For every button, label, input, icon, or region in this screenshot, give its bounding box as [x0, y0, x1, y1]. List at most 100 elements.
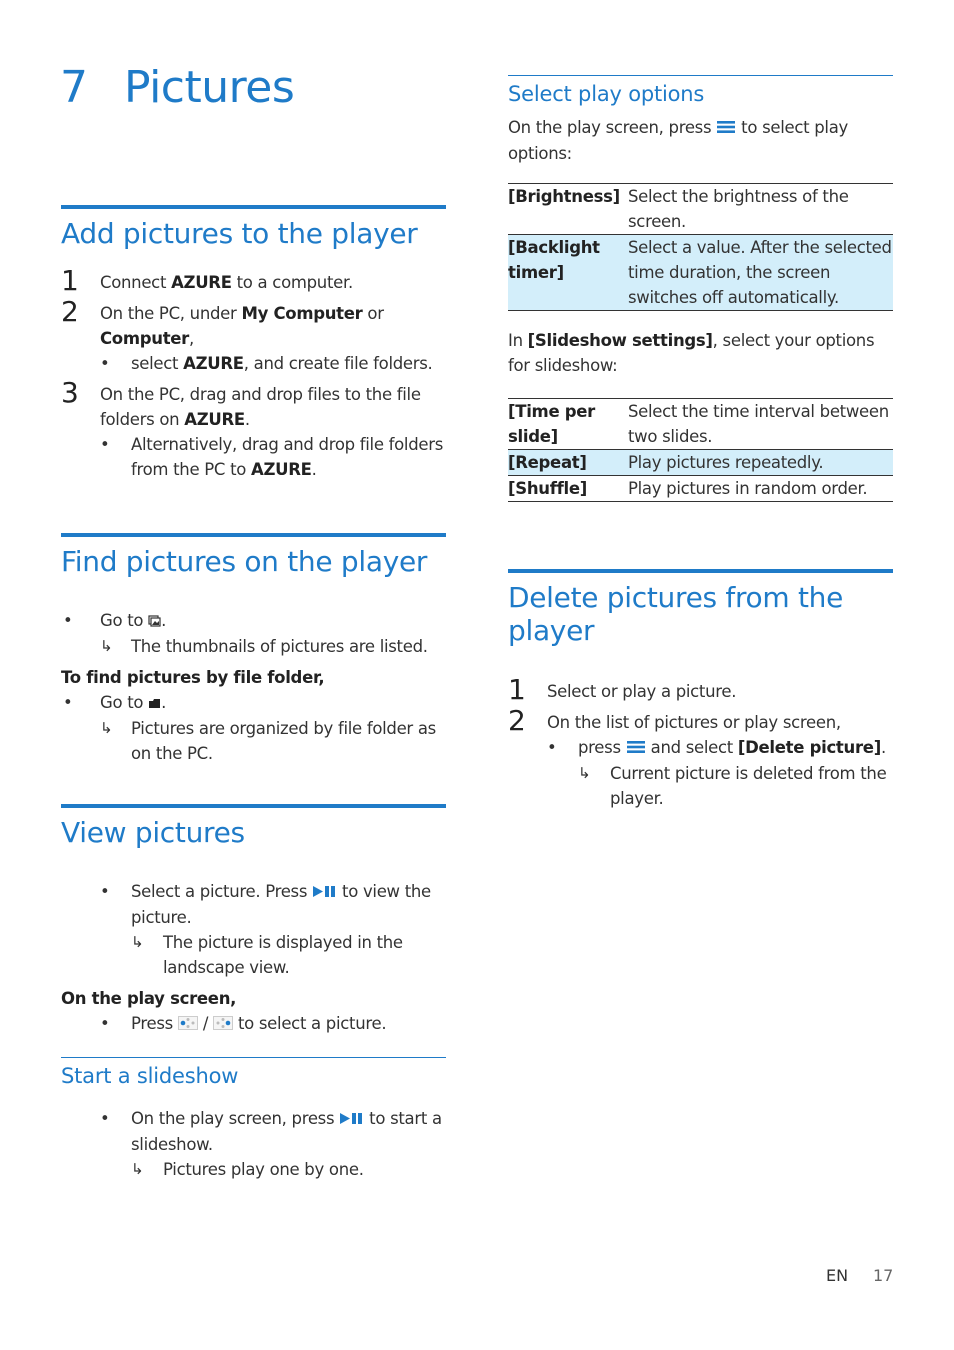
- menu-term: [Slideshow settings]: [527, 331, 713, 350]
- result-arrow-icon: ↳: [131, 933, 144, 951]
- option-key: [Brightness]: [508, 187, 620, 206]
- device-name: AZURE: [183, 354, 244, 373]
- bullet-item: • Alternatively, drag and drop file fold…: [61, 432, 446, 482]
- text: Pictures play one by one.: [163, 1160, 364, 1179]
- table-row: [Repeat] Play pictures repeatedly.: [508, 449, 893, 476]
- folder-icon: [148, 691, 161, 716]
- section-rule: [61, 1057, 446, 1058]
- chapter-name: Pictures: [124, 62, 295, 113]
- bullet-icon: •: [100, 354, 110, 373]
- slideshow-options-table: [Time per slide] Select the time interva…: [508, 398, 893, 502]
- subheading: To find pictures by file folder,: [61, 668, 325, 687]
- section-select-play-options: Select play options On the play screen, …: [508, 75, 893, 502]
- option-description: Play pictures repeatedly.: [628, 449, 893, 476]
- result-item: ↳ Pictures are organized by file folder …: [61, 716, 446, 766]
- table-row: [Shuffle] Play pictures in random order.: [508, 475, 893, 502]
- text: On the play screen, press: [131, 1109, 340, 1128]
- bullet-icon: •: [547, 738, 557, 757]
- device-name: AZURE: [251, 460, 312, 479]
- text: to a computer.: [231, 273, 354, 292]
- section-heading: Add pictures to the player: [61, 217, 418, 250]
- text: .: [311, 460, 317, 479]
- text: to select a picture.: [233, 1014, 387, 1033]
- section-heading: Start a slideshow: [61, 1064, 239, 1088]
- step-number: 2: [508, 704, 526, 737]
- text: , and create file folders.: [243, 354, 433, 373]
- text: Pictures are organized by file folder as…: [131, 719, 436, 763]
- intro-text: On the play screen, press to select play…: [508, 115, 893, 166]
- table-row: [Brightness] Select the brightness of th…: [508, 184, 893, 235]
- pictures-icon: [148, 609, 161, 634]
- option-key: [Shuffle]: [508, 475, 628, 502]
- text: and select: [645, 738, 738, 757]
- slideshow-intro-text: In [Slideshow settings], select your opt…: [508, 328, 893, 378]
- table-row: [Backlight timer] Select a value. After …: [508, 234, 893, 311]
- bullet-icon: •: [100, 435, 110, 454]
- page-number: 17: [873, 1266, 894, 1285]
- bold-term: My Computer: [241, 304, 363, 323]
- option-description: Select a value. After the selected time …: [628, 234, 893, 311]
- step-number: 1: [61, 264, 79, 297]
- previous-button-icon: [177, 1012, 198, 1037]
- text: The thumbnails of pictures are listed.: [131, 637, 428, 656]
- text: On the PC, drag and drop files to the fi…: [100, 385, 421, 429]
- chapter-title: 7 Pictures: [60, 62, 295, 113]
- step-number: 2: [61, 295, 79, 328]
- table-row: [Time per slide] Select the time interva…: [508, 399, 893, 450]
- device-name: AZURE: [184, 410, 245, 429]
- option-key: [Time per slide]: [508, 402, 596, 446]
- bullet-item: • On the play screen, press to start a s…: [61, 1106, 446, 1157]
- step-1: 1 Select or play a picture.: [508, 675, 893, 705]
- result-arrow-icon: ↳: [131, 1160, 144, 1178]
- step-number: 3: [61, 376, 79, 409]
- option-description: Play pictures in random order.: [628, 475, 893, 502]
- bullet-item: • Select a picture. Press to view the pi…: [61, 879, 446, 930]
- result-item: ↳ Pictures play one by one.: [61, 1157, 446, 1182]
- text: On the list of pictures or play screen,: [547, 713, 841, 732]
- section-rule: [508, 569, 893, 573]
- text: ,: [189, 329, 194, 348]
- text: press: [578, 738, 626, 757]
- bullet-icon: •: [100, 1109, 110, 1128]
- text: .: [161, 693, 167, 712]
- text: On the PC, under: [100, 304, 242, 323]
- subheading: On the play screen,: [61, 989, 237, 1008]
- section-heading: Find pictures on the player: [61, 545, 428, 578]
- text: Go to: [100, 611, 149, 630]
- result-item: ↳ The picture is displayed in the landsc…: [61, 930, 446, 980]
- result-arrow-icon: ↳: [578, 764, 591, 782]
- bullet-icon: •: [63, 611, 73, 630]
- text: On the play screen, press: [508, 118, 717, 137]
- text: Current picture is deleted from the play…: [610, 764, 887, 808]
- bullet-item: • Go to .: [61, 690, 446, 716]
- result-arrow-icon: ↳: [100, 637, 113, 655]
- section-delete-pictures: Delete pictures from the player 1 Select…: [508, 569, 893, 811]
- bullet-item: • select AZURE, and create file folders.: [61, 351, 446, 376]
- section-find-pictures: Find pictures on the player • Go to . ↳ …: [61, 533, 446, 766]
- section-start-slideshow: Start a slideshow • On the play screen, …: [61, 1057, 446, 1182]
- bullet-icon: •: [100, 882, 110, 901]
- bold-term: Computer: [100, 329, 190, 348]
- play-pause-icon: [312, 880, 337, 905]
- text: or: [362, 304, 384, 323]
- text: The picture is displayed in the landscap…: [163, 933, 403, 977]
- section-rule: [61, 533, 446, 537]
- next-button-icon: [213, 1012, 234, 1037]
- text: Go to: [100, 693, 149, 712]
- text: Press: [131, 1014, 178, 1033]
- section-rule: [61, 804, 446, 808]
- menu-icon: [626, 736, 646, 761]
- text: Select or play a picture.: [547, 682, 737, 701]
- text: In: [508, 331, 528, 350]
- section-heading: Delete pictures from the player: [508, 581, 843, 647]
- result-arrow-icon: ↳: [100, 719, 113, 737]
- text: .: [244, 410, 250, 429]
- step-1: 1 Connect AZURE to a computer.: [61, 266, 446, 296]
- option-description: Select the brightness of the screen.: [628, 187, 849, 231]
- play-pause-icon: [339, 1107, 364, 1132]
- text: Connect: [100, 273, 172, 292]
- result-item: ↳ Current picture is deleted from the pl…: [508, 761, 893, 811]
- section-rule: [61, 205, 446, 209]
- footer-language: EN: [826, 1266, 849, 1285]
- option-key: [Backlight timer]: [508, 234, 628, 311]
